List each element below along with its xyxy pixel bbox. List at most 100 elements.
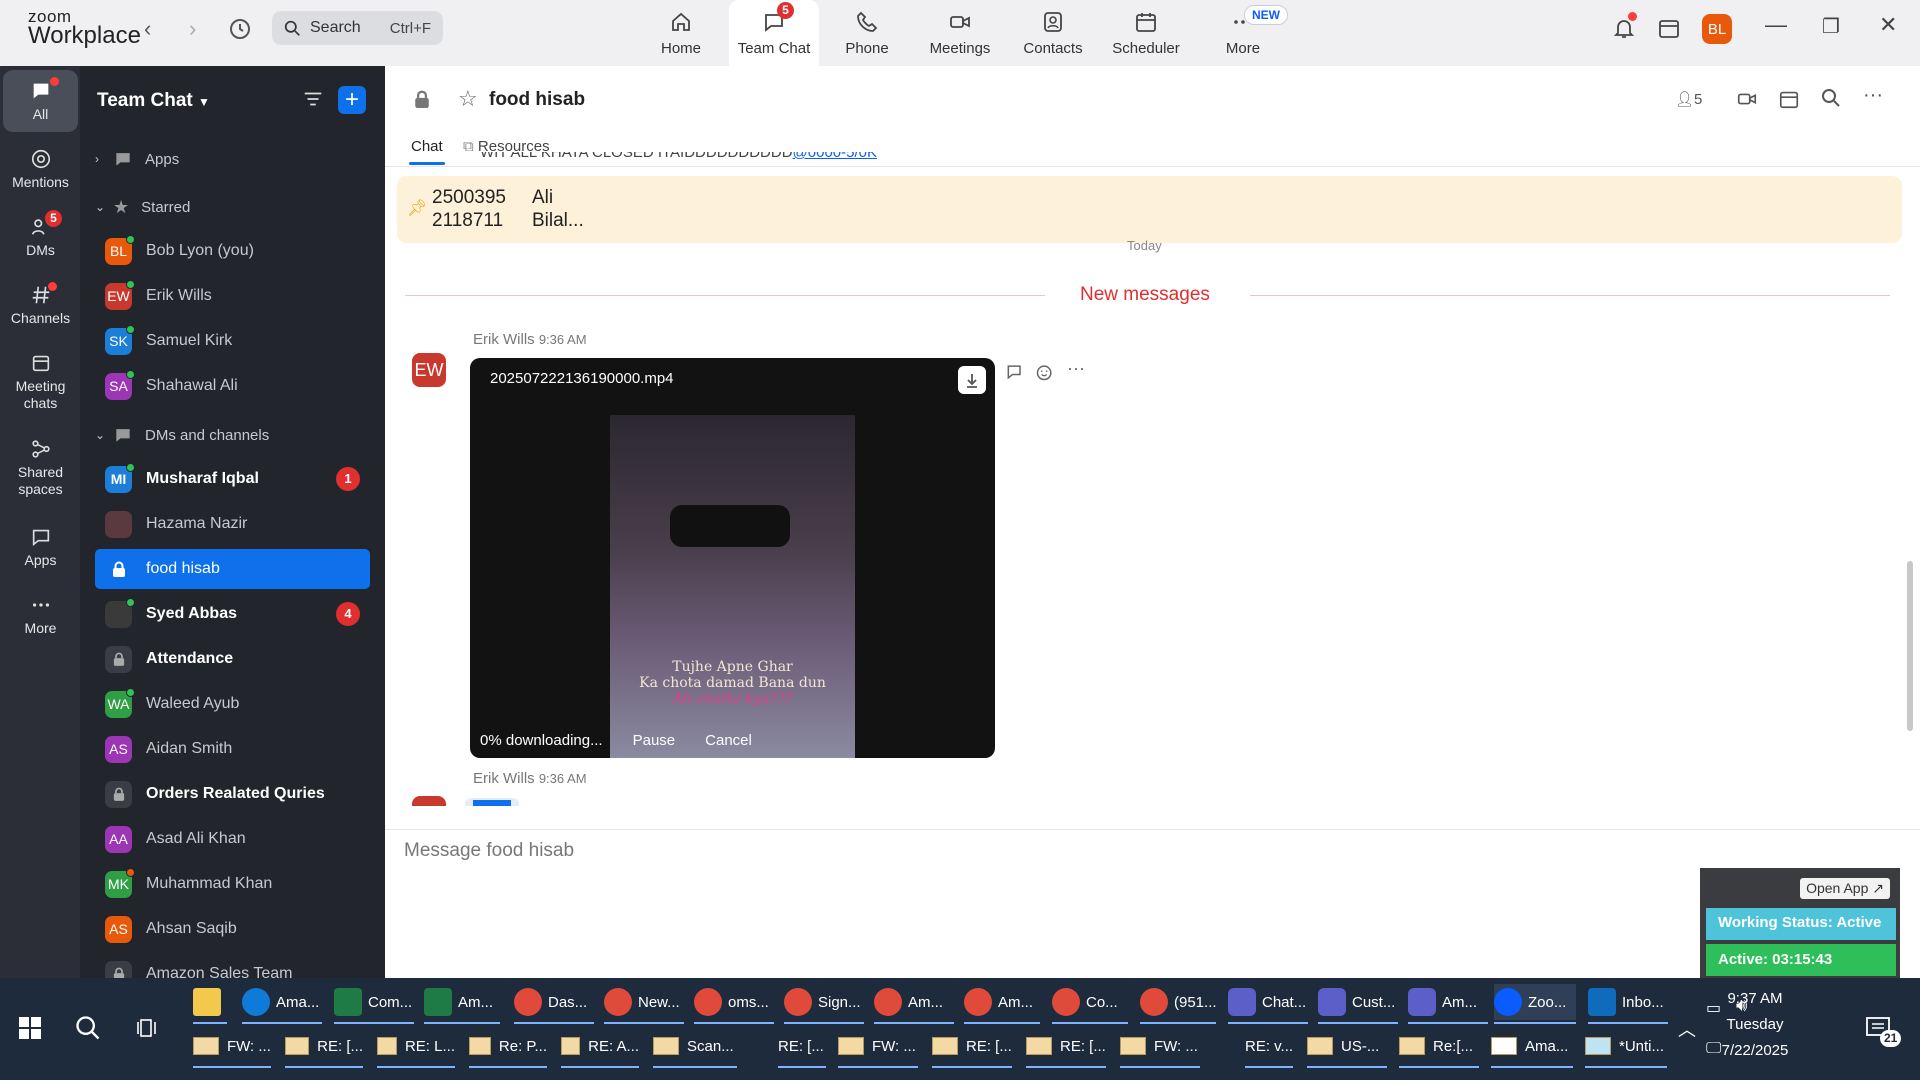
- sidebar-item-bob-lyon[interactable]: BL Bob Lyon (you): [95, 231, 370, 271]
- history-icon[interactable]: [228, 17, 252, 47]
- minimize-icon[interactable]: —: [1765, 12, 1787, 38]
- add-reaction-icon[interactable]: [1035, 362, 1055, 387]
- taskbar-chrome-4[interactable]: Sign...: [784, 984, 864, 1024]
- taskbar-chrome-1[interactable]: Das...: [514, 984, 594, 1024]
- reply-thread-icon[interactable]: [1005, 362, 1025, 387]
- taskbar-mail-3[interactable]: RE: L...: [377, 1028, 455, 1068]
- taskbar-excel-1[interactable]: Com...: [334, 984, 414, 1024]
- search-input[interactable]: Search Ctrl+F: [272, 11, 443, 45]
- taskbar-mail-7[interactable]: RE: [...: [778, 1028, 826, 1068]
- rail-channels[interactable]: Channels: [3, 282, 78, 327]
- sidebar-item-muhammad-khan[interactable]: MK Muhammad Khan: [95, 864, 370, 904]
- sidebar-item-musharaf-iqbal[interactable]: MI Musharaf Iqbal 1: [95, 459, 370, 499]
- notification-center-icon[interactable]: 21: [1866, 1016, 1902, 1047]
- scrollbar[interactable]: [1907, 561, 1913, 731]
- sidebar-item-asad-ali-khan[interactable]: AA Asad Ali Khan: [95, 819, 370, 859]
- sidebar-item-syed-abbas[interactable]: Syed Abbas 4: [95, 594, 370, 634]
- task-view-icon[interactable]: [136, 1016, 160, 1044]
- taskbar-mail-1[interactable]: FW: ...: [193, 1028, 271, 1068]
- taskbar-chrome-3[interactable]: oms...: [694, 984, 774, 1024]
- avatar[interactable]: EW: [412, 353, 446, 387]
- rail-shared-spaces[interactable]: Shared spaces: [3, 438, 78, 498]
- taskbar-chrome-2[interactable]: New...: [604, 984, 684, 1024]
- taskbar-mail-12[interactable]: RE: v...: [1245, 1028, 1293, 1068]
- tab-more[interactable]: More NEW: [1198, 0, 1288, 66]
- back-icon[interactable]: ‹: [144, 16, 151, 42]
- sidebar-item-erik-wills[interactable]: EW Erik Wills: [95, 276, 370, 316]
- taskbar-teams-1[interactable]: Chat...: [1228, 984, 1308, 1024]
- video-call-icon[interactable]: [1735, 88, 1759, 115]
- open-app-button[interactable]: Open App ↗: [1800, 878, 1890, 899]
- video-attachment[interactable]: Tujhe Apne Ghar Ka chota damad Bana dun …: [470, 358, 995, 758]
- taskbar-mail-14[interactable]: Re:[...: [1399, 1028, 1479, 1068]
- calendar-today-icon[interactable]: [1657, 16, 1681, 46]
- notifications-bell-icon[interactable]: [1612, 12, 1637, 46]
- sidebar-item-orders-related-queries[interactable]: Orders Realated Quries: [95, 774, 370, 814]
- sidebar-item-amazon-sales-team[interactable]: Amazon Sales Team: [95, 954, 370, 978]
- members-button[interactable]: 👤︎5: [1675, 90, 1702, 108]
- search-icon[interactable]: [74, 1014, 102, 1046]
- taskbar-outlook[interactable]: Inbo...: [1588, 984, 1668, 1024]
- taskbar-teams-3[interactable]: Am...: [1408, 984, 1488, 1024]
- sidebar-item-samuel-kirk[interactable]: SK Samuel Kirk: [95, 321, 370, 361]
- rail-meeting-chats[interactable]: Meeting chats: [3, 352, 78, 412]
- rail-mentions[interactable]: Mentions: [3, 148, 78, 191]
- taskbar-edge[interactable]: Ama...: [242, 984, 322, 1024]
- schedule-icon[interactable]: [1778, 88, 1800, 115]
- forward-icon[interactable]: ›: [189, 16, 196, 42]
- tab-contacts[interactable]: Contacts: [1008, 0, 1098, 66]
- tab-home[interactable]: Home: [636, 0, 726, 66]
- taskbar-mail-5[interactable]: RE: A...: [561, 1028, 639, 1068]
- tab-scheduler[interactable]: Scheduler: [1101, 0, 1191, 66]
- taskbar-window-15[interactable]: Ama...: [1491, 1028, 1573, 1068]
- message-more-icon[interactable]: ···: [1067, 358, 1085, 379]
- taskbar-mail-2[interactable]: RE: [...: [285, 1028, 363, 1068]
- tab-phone[interactable]: Phone: [822, 0, 912, 66]
- sidebar-item-attendance[interactable]: Attendance: [95, 639, 370, 679]
- pinned-message[interactable]: 📌︎ 2500395 Ali 2118711 Bilal...: [397, 176, 1902, 243]
- tab-team-chat[interactable]: Team Chat 5: [729, 0, 819, 66]
- taskbar-chrome-7[interactable]: Co...: [1052, 984, 1128, 1024]
- tray-expand-icon[interactable]: ︿: [1678, 1016, 1696, 1042]
- taskbar-mail-8[interactable]: FW: ...: [838, 1028, 918, 1068]
- sidebar-title[interactable]: Team Chat ▼: [97, 90, 210, 112]
- windows-start-icon[interactable]: [18, 1016, 42, 1044]
- section-dms-channels[interactable]: ⌄ DMs and channels: [95, 420, 269, 450]
- tab-chat[interactable]: Chat: [409, 138, 445, 165]
- taskbar-chrome-6[interactable]: Am...: [964, 984, 1040, 1024]
- sidebar-item-aidan-smith[interactable]: AS Aidan Smith: [95, 729, 370, 769]
- rail-apps[interactable]: Apps: [3, 526, 78, 569]
- rail-dms[interactable]: 5 DMs: [3, 210, 78, 259]
- taskbar-mail-10[interactable]: RE: [...: [1026, 1028, 1106, 1068]
- new-chat-button[interactable]: +: [338, 86, 366, 114]
- taskbar-mail-11[interactable]: FW: ...: [1120, 1028, 1200, 1068]
- taskbar-chrome-5[interactable]: Am...: [874, 984, 954, 1024]
- clock[interactable]: 9:37 AM Tuesday 7/22/2025: [1700, 990, 1810, 1059]
- taskbar-explorer[interactable]: [193, 984, 227, 1024]
- sidebar-item-hazama-nazir[interactable]: Hazama Nazir: [95, 504, 370, 544]
- sidebar-item-food-hisab[interactable]: food hisab: [95, 549, 370, 589]
- taskbar-teams-2[interactable]: Cust...: [1318, 984, 1398, 1024]
- rail-all[interactable]: All: [3, 70, 78, 132]
- sidebar-item-ahsan-saqib[interactable]: AS Ahsan Saqib: [95, 909, 370, 949]
- close-icon[interactable]: ✕: [1879, 12, 1897, 38]
- restore-icon[interactable]: ❐: [1822, 14, 1840, 39]
- user-avatar[interactable]: BL: [1702, 14, 1732, 44]
- message-input[interactable]: Message food hisab: [404, 840, 574, 862]
- section-apps[interactable]: › Apps: [95, 144, 179, 174]
- taskbar-mail-13[interactable]: US-...: [1307, 1028, 1387, 1068]
- taskbar-mail-4[interactable]: Re: P...: [469, 1028, 547, 1068]
- taskbar-mail-9[interactable]: RE: [...: [932, 1028, 1012, 1068]
- pause-button[interactable]: Pause: [633, 732, 676, 749]
- section-starred[interactable]: ⌄ ★ Starred: [95, 192, 190, 222]
- taskbar-notepad[interactable]: *Unti...: [1585, 1028, 1667, 1068]
- filter-icon[interactable]: [302, 88, 324, 115]
- taskbar-excel-2[interactable]: Am...: [424, 984, 500, 1024]
- tab-meetings[interactable]: Meetings: [915, 0, 1005, 66]
- taskbar-zoom[interactable]: Zoo...: [1494, 984, 1576, 1024]
- rail-more[interactable]: More: [3, 594, 78, 637]
- more-options-icon[interactable]: ···: [1863, 84, 1883, 107]
- taskbar-mail-6[interactable]: Scan...: [653, 1028, 737, 1068]
- download-button[interactable]: [958, 366, 986, 394]
- search-icon[interactable]: [1821, 88, 1841, 113]
